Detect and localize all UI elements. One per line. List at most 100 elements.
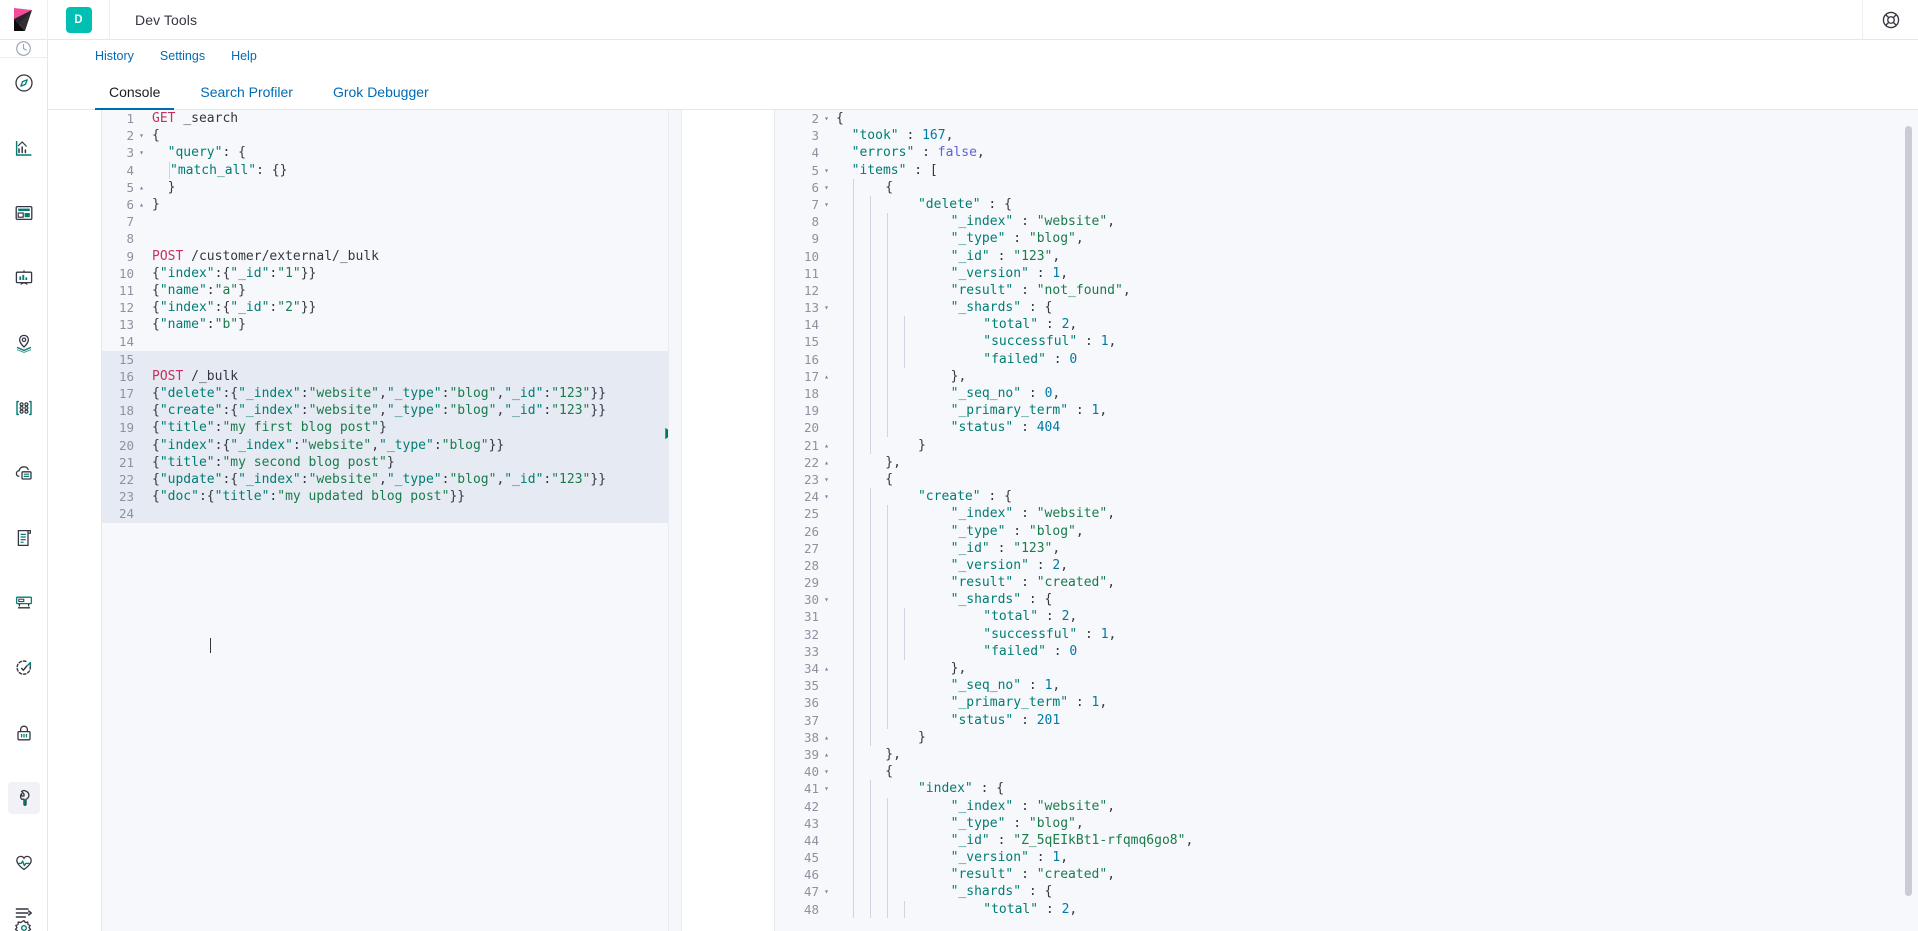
line-text: {"doc":{"title":"my updated blog post"}}	[147, 488, 465, 505]
fold-toggle-icon[interactable]: ▾	[821, 196, 832, 213]
help-lifebuoy-icon[interactable]	[1862, 0, 1918, 40]
line-text: "_shards" : {	[832, 299, 1052, 316]
line-number: 7	[102, 213, 136, 230]
line-number: 8	[102, 230, 136, 247]
editor-line[interactable]: 1GET _search	[102, 110, 668, 127]
editor-line[interactable]: 21{"title":"my second blog post"}	[102, 454, 668, 471]
subnav-settings[interactable]: Settings	[160, 50, 205, 63]
line-number: 19	[102, 419, 136, 436]
line-number: 38	[775, 729, 821, 746]
fold-toggle-icon[interactable]: ▴	[136, 196, 147, 213]
fold-toggle-icon[interactable]: ▴	[136, 179, 147, 196]
fold-toggle-icon[interactable]: ▾	[136, 127, 147, 144]
line-number: 24	[775, 488, 821, 505]
editor-line[interactable]: 24	[102, 505, 668, 522]
response-editor[interactable]: 2▾{3 "took" : 167,4 "errors" : false,5▾ …	[774, 110, 1918, 931]
compass-discover-icon	[14, 73, 34, 93]
sidebar-item-dev-tools[interactable]	[8, 782, 40, 814]
editor-line[interactable]: 16POST /_bulk	[102, 368, 668, 385]
recently-viewed-clock-icon[interactable]	[0, 40, 48, 58]
editor-line[interactable]: 12{"index":{"_id":"2"}}	[102, 299, 668, 316]
collapse-nav-icon[interactable]	[0, 905, 48, 921]
fold-toggle-icon[interactable]: ▴	[821, 660, 832, 677]
response-line: 14 "total" : 2,	[775, 316, 1918, 333]
fold-toggle-icon[interactable]: ▴	[821, 746, 832, 763]
line-text: "total" : 2,	[832, 901, 1077, 918]
sidebar-item-discover[interactable]	[8, 67, 40, 99]
editor-line[interactable]: 6▴}	[102, 196, 668, 213]
editor-line[interactable]: 17{"delete":{"_index":"website","_type":…	[102, 385, 668, 402]
tab-grok-debugger[interactable]: Grok Debugger	[319, 85, 443, 109]
play-send-request-icon[interactable]	[662, 426, 668, 441]
sidebar-item-canvas[interactable]	[8, 262, 40, 294]
editor-line[interactable]: 20{"index":{"_index":"website","_type":"…	[102, 437, 668, 454]
subnav-history[interactable]: History	[95, 50, 134, 63]
sidebar-item-graph[interactable]	[8, 392, 40, 424]
response-line: 23▾ {	[775, 471, 1918, 488]
fold-toggle-icon[interactable]: ▾	[821, 179, 832, 196]
fold-toggle-icon[interactable]: ▾	[821, 471, 832, 488]
request-editor-pane[interactable]: 1GET _search2▾{3▾ "query": {4"match_all"…	[48, 110, 668, 931]
response-line: 12 "result" : "not_found",	[775, 282, 1918, 299]
fold-toggle-icon[interactable]: ▴	[821, 729, 832, 746]
fold-toggle-icon[interactable]: ▾	[821, 162, 832, 179]
sidebar-item-dashboard[interactable]	[8, 197, 40, 229]
dev-tools-tabs: Console Search Profiler Grok Debugger	[48, 72, 1918, 110]
map-pin-layers-icon	[14, 333, 34, 353]
sidebar-item-machine-learning[interactable]	[8, 457, 40, 489]
fold-toggle-icon[interactable]: ▾	[821, 883, 832, 900]
kibana-logo-icon[interactable]	[0, 0, 48, 40]
editor-line[interactable]: 11{"name":"a"}	[102, 282, 668, 299]
fold-toggle-icon[interactable]: ▴	[821, 437, 832, 454]
editor-line[interactable]: 18{"create":{"_index":"website","_type":…	[102, 402, 668, 419]
pane-resizer[interactable]	[668, 110, 682, 931]
editor-line[interactable]: 14	[102, 333, 668, 350]
heart-pulse-monitoring-icon	[14, 853, 34, 873]
request-editor[interactable]: 1GET _search2▾{3▾ "query": {4"match_all"…	[101, 110, 668, 931]
line-text: "status" : 404	[832, 419, 1060, 436]
editor-line[interactable]: 5▴ }	[102, 179, 668, 196]
space-avatar[interactable]: D	[48, 0, 110, 40]
editor-line[interactable]: 7	[102, 213, 668, 230]
response-line: 11 "_version" : 1,	[775, 265, 1918, 282]
editor-line[interactable]: 8	[102, 230, 668, 247]
response-scrollbar[interactable]	[1905, 126, 1912, 896]
response-line: 13▾ "_shards" : {	[775, 299, 1918, 316]
editor-line[interactable]: 3▾ "query": {	[102, 144, 668, 161]
line-number: 25	[775, 505, 821, 522]
fold-toggle-icon[interactable]: ▴	[821, 454, 832, 471]
editor-line[interactable]: 23{"doc":{"title":"my updated blog post"…	[102, 488, 668, 505]
line-number: 31	[775, 608, 821, 625]
editor-line[interactable]: 13{"name":"b"}	[102, 316, 668, 333]
sidebar-item-siem[interactable]	[8, 717, 40, 749]
fold-toggle-icon[interactable]: ▾	[821, 488, 832, 505]
fold-toggle-icon[interactable]: ▾	[821, 110, 832, 127]
sidebar-item-apm[interactable]	[8, 652, 40, 684]
editor-line[interactable]: 19{"title":"my first blog post"}	[102, 419, 668, 436]
request-editor-lines[interactable]: 1GET _search2▾{3▾ "query": {4"match_all"…	[102, 110, 668, 523]
fold-toggle-icon[interactable]: ▾	[821, 763, 832, 780]
sidebar-item-monitoring[interactable]	[8, 847, 40, 879]
sidebar-item-maps[interactable]	[8, 327, 40, 359]
line-number: 13	[102, 316, 136, 333]
editor-line[interactable]: 9POST /customer/external/_bulk	[102, 248, 668, 265]
editor-line[interactable]: 10{"index":{"_id":"1"}}	[102, 265, 668, 282]
editor-line[interactable]: 2▾{	[102, 127, 668, 144]
tab-console[interactable]: Console	[95, 85, 174, 109]
fold-toggle-icon[interactable]: ▾	[821, 299, 832, 316]
fold-toggle-icon[interactable]: ▴	[821, 368, 832, 385]
editor-line[interactable]: 22{"update":{"_index":"website","_type":…	[102, 471, 668, 488]
line-text: {"create":{"_index":"website","_type":"b…	[147, 402, 606, 419]
response-pane[interactable]: 2▾{3 "took" : 167,4 "errors" : false,5▾ …	[682, 110, 1918, 931]
fold-toggle-icon[interactable]: ▾	[821, 591, 832, 608]
sidebar-item-infrastructure[interactable]	[8, 587, 40, 619]
subnav-help[interactable]: Help	[231, 50, 257, 63]
editor-line[interactable]: 4"match_all": {}	[102, 162, 668, 179]
sidebar-item-logs[interactable]	[8, 522, 40, 554]
sidebar-item-visualize[interactable]	[8, 132, 40, 164]
fold-toggle-icon[interactable]: ▾	[136, 144, 147, 161]
bar-chart-visualize-icon	[14, 138, 34, 158]
editor-line[interactable]: 15	[102, 351, 668, 368]
fold-toggle-icon[interactable]: ▾	[821, 780, 832, 797]
tab-search-profiler[interactable]: Search Profiler	[186, 85, 307, 109]
